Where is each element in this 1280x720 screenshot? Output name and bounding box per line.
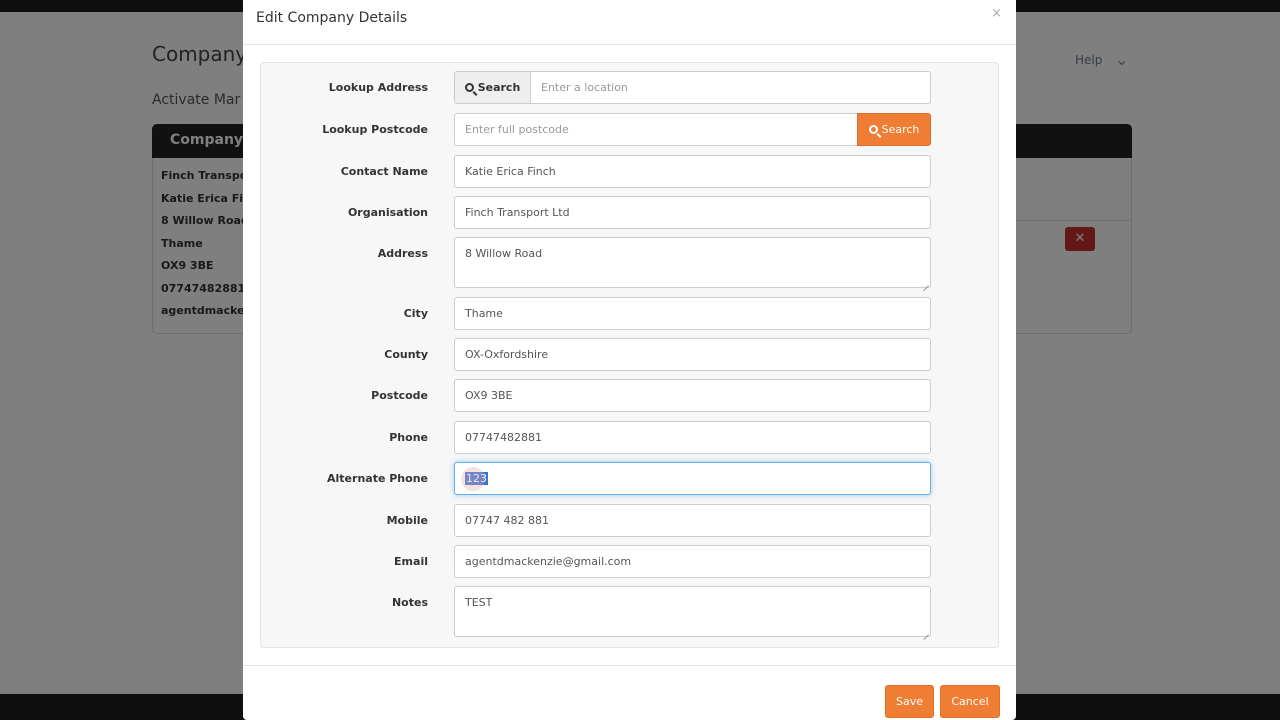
contact-name-label: Contact Name (340, 165, 428, 178)
resize-handle-icon[interactable] (922, 628, 929, 635)
modal-footer-divider (243, 665, 1016, 666)
lookup-address-search-button[interactable]: Search (454, 71, 531, 104)
lookup-address-label: Lookup Address (328, 81, 428, 94)
city-input[interactable]: Thame (454, 297, 931, 330)
email-input[interactable]: agentdmackenzie@gmail.com (454, 545, 931, 578)
mobile-label: Mobile (386, 514, 428, 527)
postcode-label: Postcode (371, 389, 428, 402)
lookup-postcode-input[interactable]: Enter full postcode (454, 113, 858, 146)
address-value: 8 Willow Road (465, 247, 543, 260)
close-icon[interactable]: × (991, 6, 1002, 21)
alternate-phone-input[interactable]: 123 (454, 462, 931, 495)
notes-label: Notes (391, 596, 428, 609)
county-label: County (384, 348, 428, 361)
cancel-button[interactable]: Cancel (940, 685, 1000, 718)
search-icon (464, 83, 474, 92)
mobile-input[interactable]: 07747 482 881 (454, 504, 931, 537)
email-label: Email (394, 555, 428, 568)
save-button[interactable]: Save (885, 685, 934, 718)
search-button-label: Search (881, 123, 920, 136)
postcode-input[interactable]: OX9 3BE (454, 379, 931, 412)
contact-name-input[interactable]: Katie Erica Finch (454, 155, 931, 188)
phone-input[interactable]: 07747482881 (454, 421, 931, 454)
search-button-label: Search (477, 81, 521, 94)
modal-header: Edit Company Details × (243, 0, 1016, 45)
resize-handle-icon[interactable] (922, 279, 929, 286)
address-label: Address (377, 247, 428, 260)
edit-company-modal: Edit Company Details × Lookup Address Se… (243, 0, 1016, 720)
alternate-phone-label: Alternate Phone (327, 472, 428, 485)
lookup-postcode-search-button[interactable]: Search (857, 113, 931, 146)
organisation-label: Organisation (347, 206, 428, 219)
lookup-address-input[interactable]: Enter a location (530, 71, 931, 104)
notes-textarea[interactable]: TEST (454, 586, 931, 637)
notes-value: TEST (465, 596, 493, 609)
lookup-postcode-label: Lookup Postcode (322, 123, 428, 136)
address-textarea[interactable]: 8 Willow Road (454, 237, 931, 288)
modal-title: Edit Company Details (256, 10, 408, 26)
city-label: City (403, 307, 428, 320)
phone-label: Phone (389, 431, 428, 444)
organisation-input[interactable]: Finch Transport Ltd (454, 196, 931, 229)
cursor-highlight (461, 467, 485, 491)
county-input[interactable]: OX-Oxfordshire (454, 338, 931, 371)
search-icon (868, 125, 878, 134)
